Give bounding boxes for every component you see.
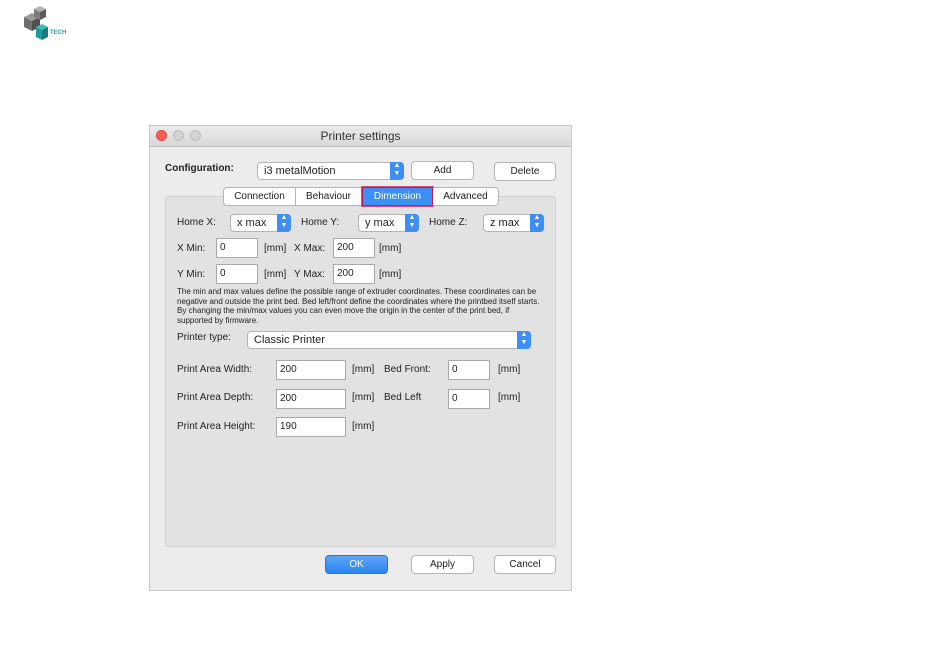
print-area-depth-label: Print Area Depth: [177,392,254,403]
tab-advanced[interactable]: Advanced [433,187,499,206]
home-x-value: x max [237,217,267,229]
chevron-updown-icon: ▲ ▼ [277,214,291,232]
configuration-select[interactable]: i3 metalMotion ▲ ▼ [257,162,404,180]
chevron-updown-icon: ▲ ▼ [530,214,544,232]
configuration-value: i3 metalMotion [264,165,336,177]
print-area-width-unit: [mm] [352,364,375,375]
x-min-label: X Min: [177,243,206,254]
configuration-label: Configuration: [165,163,234,174]
y-min-label: Y Min: [177,269,206,280]
home-z-value: z max [490,217,520,229]
print-area-height-unit: [mm] [352,421,375,432]
chevron-updown-icon: ▲ ▼ [405,214,419,232]
printer-type-label: Printer type: [177,332,231,343]
chevron-updown-icon: ▲ ▼ [390,162,404,180]
y-max-field[interactable]: 200 [333,264,375,284]
tab-connection[interactable]: Connection [223,187,296,206]
x-min-unit: [mm] [264,243,287,254]
home-z-label: Home Z: [429,217,468,228]
home-y-select[interactable]: y max ▲ ▼ [358,214,419,232]
x-min-field[interactable]: 0 [216,238,258,258]
bed-front-field[interactable]: 0 [448,360,490,380]
print-area-width-label: Print Area Width: [177,364,253,375]
home-x-label: Home X: [177,217,216,228]
logo-text: TECH [50,30,67,36]
x-max-unit: [mm] [379,243,402,254]
print-area-width-field[interactable]: 200 [276,360,346,380]
x-max-label: X Max: [294,243,326,254]
bed-left-unit: [mm] [498,392,521,403]
delete-configuration-button[interactable]: Delete [494,162,556,181]
y-min-unit: [mm] [264,269,287,280]
limits-description: The min and max values define the possib… [177,287,540,325]
window-title: Printer settings [320,129,401,143]
y-min-field[interactable]: 0 [216,264,258,284]
printer-type-select[interactable]: Classic Printer ▲ ▼ [247,331,531,349]
bed-left-label: Bed Left [384,392,422,403]
ok-button[interactable]: OK [325,555,388,574]
chevron-updown-icon: ▲ ▼ [517,331,531,349]
title-bar: Printer settings [150,126,571,147]
home-x-select[interactable]: x max ▲ ▼ [230,214,291,232]
print-area-height-label: Print Area Height: [177,421,256,432]
y-max-unit: [mm] [379,269,402,280]
bed-front-unit: [mm] [498,364,521,375]
bed-front-label: Bed Front: [384,364,431,375]
tab-dimension[interactable]: Dimension [362,187,433,206]
bed-left-field[interactable]: 0 [448,389,490,409]
add-configuration-button[interactable]: Add [411,161,474,180]
home-z-select[interactable]: z max ▲ ▼ [483,214,544,232]
print-area-depth-field[interactable]: 200 [276,389,346,409]
settings-tabs: Connection Behaviour Dimension Advanced [223,187,499,206]
cancel-button[interactable]: Cancel [494,555,556,574]
print-area-height-field[interactable]: 190 [276,417,346,437]
company-logo: TECH [20,3,72,45]
tab-behaviour[interactable]: Behaviour [296,187,362,206]
print-area-depth-unit: [mm] [352,392,375,403]
home-y-label: Home Y: [301,217,340,228]
x-max-field[interactable]: 200 [333,238,375,258]
home-y-value: y max [365,217,395,229]
printer-type-value: Classic Printer [254,334,325,346]
y-max-label: Y Max: [294,269,325,280]
apply-button[interactable]: Apply [411,555,474,574]
